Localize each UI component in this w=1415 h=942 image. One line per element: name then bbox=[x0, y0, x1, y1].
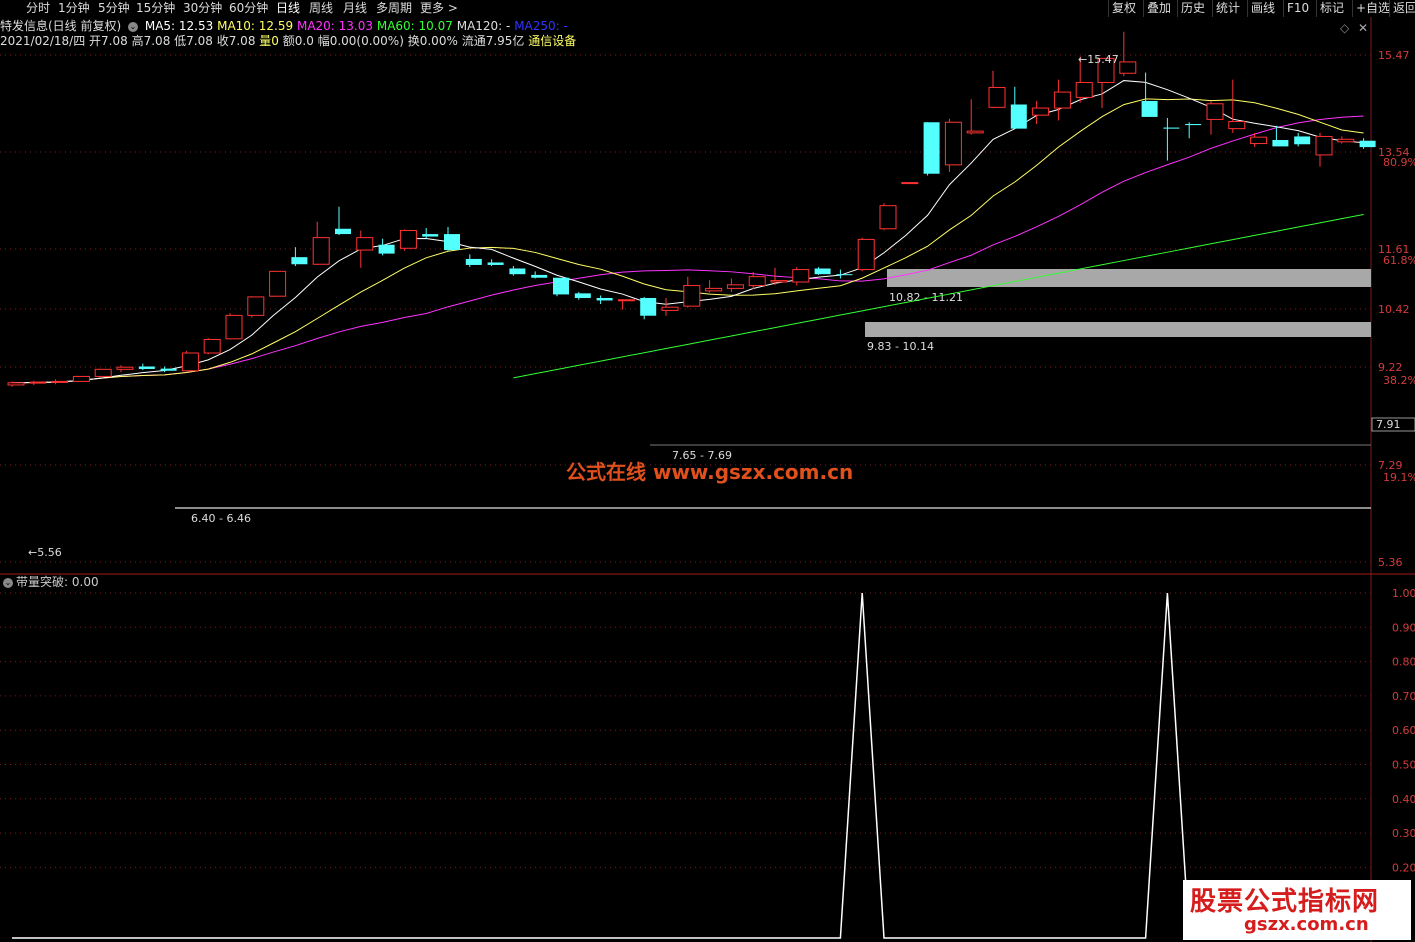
candle-body bbox=[160, 368, 177, 371]
candle-body bbox=[1010, 104, 1027, 129]
indicator-tick-label: 0.70 bbox=[1392, 690, 1415, 703]
signal-line bbox=[12, 592, 1364, 939]
candle-body bbox=[923, 122, 940, 174]
current-price-label: 7.91 bbox=[1376, 418, 1401, 431]
candle-body bbox=[988, 86, 1006, 108]
high-price-label: ←15.47 bbox=[1078, 53, 1119, 66]
candle-body bbox=[661, 306, 679, 311]
price-tick-label: 9.22 bbox=[1378, 361, 1403, 374]
candle-body bbox=[181, 352, 199, 372]
candle-body bbox=[705, 287, 723, 292]
candle-body bbox=[770, 280, 788, 283]
candle-body bbox=[1163, 127, 1180, 129]
candle-body bbox=[1250, 136, 1268, 145]
pct-tick-label: 38.2% bbox=[1383, 374, 1415, 387]
indicator-tick-label: 0.40 bbox=[1392, 793, 1415, 806]
watermark-line1: 股票公式指标网 bbox=[1190, 887, 1380, 917]
candle-body bbox=[1228, 121, 1246, 130]
price-tick-label: 5.36 bbox=[1378, 556, 1403, 569]
watermark-badge: 股票公式指标网 gszx.com.cn bbox=[1183, 880, 1411, 940]
candle-body bbox=[29, 381, 47, 384]
kline-chart: 15.4713.5411.6110.429.227.295.3680.9%61.… bbox=[0, 17, 1415, 575]
candle-body bbox=[553, 277, 569, 295]
watermark-text: 公式在线 www.gszx.com.cn bbox=[566, 460, 854, 484]
candle-body bbox=[1119, 61, 1137, 74]
candle-body bbox=[72, 375, 90, 382]
pct-tick-label: 80.9% bbox=[1383, 156, 1415, 169]
candle-body bbox=[203, 339, 221, 354]
candle-body bbox=[399, 230, 417, 249]
candle-body bbox=[596, 297, 613, 301]
candle-body bbox=[7, 382, 25, 386]
candle-body bbox=[1053, 91, 1071, 109]
candle-body bbox=[966, 130, 984, 134]
candle-body bbox=[138, 366, 155, 369]
candle-body bbox=[378, 244, 395, 254]
price-tick-label: 10.42 bbox=[1378, 303, 1410, 316]
candle-body bbox=[1315, 135, 1333, 156]
low-price-label: ←5.56 bbox=[28, 546, 62, 559]
candle-body bbox=[640, 297, 657, 316]
candle-body bbox=[1294, 136, 1311, 145]
candle-body bbox=[312, 237, 330, 265]
indicator-tick-label: 0.50 bbox=[1392, 759, 1415, 772]
indicator-tick-label: 0.30 bbox=[1392, 827, 1415, 840]
resistance-zone bbox=[865, 322, 1371, 337]
candle-body bbox=[683, 285, 701, 307]
candle-body bbox=[879, 205, 897, 230]
candle-body bbox=[792, 269, 810, 283]
candle-body bbox=[465, 258, 482, 265]
indicator-tick-label: 0.60 bbox=[1392, 724, 1415, 737]
candle-body bbox=[487, 262, 504, 265]
candle-body bbox=[422, 234, 439, 237]
candle-body bbox=[1206, 103, 1224, 120]
candle-body bbox=[901, 182, 919, 185]
watermark-line2: gszx.com.cn bbox=[1244, 914, 1369, 935]
indicator-tick-label: 1.00 bbox=[1392, 587, 1415, 600]
candle-body bbox=[1141, 100, 1158, 117]
candle-body bbox=[247, 296, 265, 316]
pct-tick-label: 61.8% bbox=[1383, 254, 1415, 267]
candle-body bbox=[51, 380, 69, 383]
indicator-tick-label: 0.80 bbox=[1392, 656, 1415, 669]
candle-body bbox=[116, 366, 134, 370]
candle-body bbox=[1359, 140, 1376, 148]
ma5-line bbox=[11, 80, 1364, 384]
candle-body bbox=[509, 268, 526, 275]
candle-body bbox=[748, 276, 766, 287]
candle-body bbox=[617, 299, 635, 302]
candle-body bbox=[225, 314, 243, 340]
candle-body bbox=[291, 257, 308, 265]
candle-body bbox=[1337, 138, 1355, 143]
candle-body bbox=[335, 228, 351, 235]
zone-label: 9.83 - 10.14 bbox=[867, 340, 934, 353]
candle-body bbox=[269, 270, 287, 297]
candle-body bbox=[814, 268, 831, 275]
candle-body bbox=[574, 293, 591, 298]
candle-body bbox=[1272, 140, 1289, 147]
resistance-zone bbox=[887, 269, 1371, 287]
candle-body bbox=[944, 121, 962, 166]
candle-body bbox=[1185, 124, 1202, 126]
candle-body bbox=[857, 238, 875, 271]
candle-body bbox=[836, 274, 853, 276]
candle-body bbox=[356, 237, 374, 251]
candle-body bbox=[531, 274, 548, 278]
candle-body bbox=[1075, 81, 1093, 98]
price-tick-label: 15.47 bbox=[1378, 49, 1410, 62]
zone-label: 6.40 - 6.46 bbox=[191, 512, 251, 525]
candle-body bbox=[726, 284, 744, 289]
pct-tick-label: 19.1% bbox=[1383, 471, 1415, 484]
indicator-tick-label: 0.90 bbox=[1392, 621, 1415, 634]
candle-body bbox=[444, 234, 460, 251]
zone-label: 10.82 - 11.21 bbox=[889, 291, 963, 304]
ma60-line bbox=[513, 213, 1364, 379]
indicator-tick-label: 0.20 bbox=[1392, 861, 1415, 874]
candle-body bbox=[1032, 107, 1050, 116]
candle-body bbox=[94, 368, 112, 377]
